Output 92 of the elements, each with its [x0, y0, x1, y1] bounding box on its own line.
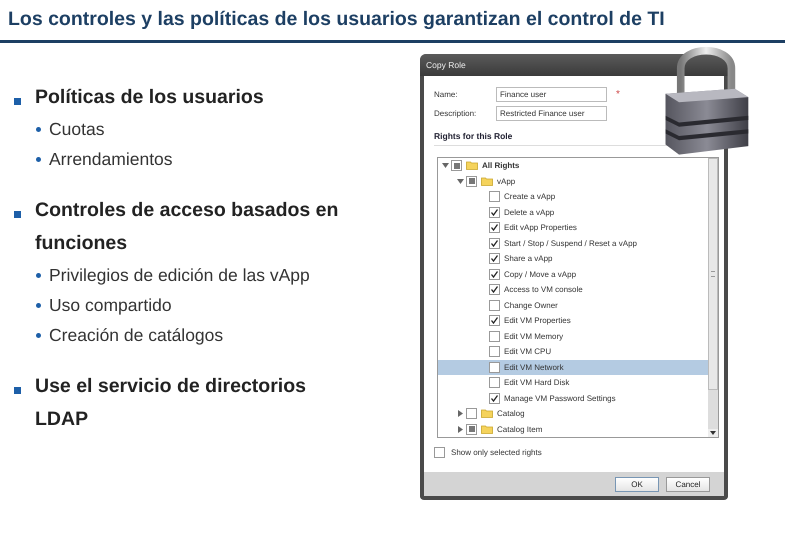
tree-label: Start / Stop / Suspend / Reset a vApp	[504, 238, 637, 248]
tree-row[interactable]: Copy / Move a vApp	[438, 266, 708, 282]
folder-icon	[481, 409, 493, 418]
expander-icon[interactable]	[457, 410, 464, 418]
bullet-icon	[14, 387, 21, 394]
tree-label: Access to VM console	[504, 285, 583, 294]
tree-label: Delete a vApp	[504, 208, 554, 217]
scrollbar[interactable]	[708, 158, 718, 437]
bullet-icon	[14, 211, 21, 218]
bullet-text: Use el servicio de directorios LDAP	[35, 374, 307, 432]
folder-icon	[466, 161, 478, 170]
tree-label: Manage VM Password Settings	[504, 394, 616, 403]
tree-label: All Rights	[482, 161, 520, 170]
tree-row[interactable]: vApp	[438, 174, 708, 189]
tree-label: Catalog Item	[497, 424, 542, 434]
dialog-title: Copy Role	[426, 60, 466, 70]
tree-row[interactable]: Change Owner	[438, 298, 708, 313]
checkbox[interactable]	[489, 253, 500, 264]
tree-label: vApp	[497, 176, 516, 186]
tree-row[interactable]: Delete a vApp	[438, 204, 708, 220]
checkbox[interactable]	[466, 408, 477, 420]
tree-row[interactable]: Edit VM Properties	[438, 313, 708, 328]
tree-label: Create a vApp	[504, 192, 556, 202]
cancel-button[interactable]: Cancel	[666, 476, 710, 492]
checkbox[interactable]	[466, 176, 477, 187]
bullet-icon	[36, 156, 41, 162]
tree-row[interactable]: Edit VM Memory	[438, 328, 708, 344]
checkbox[interactable]	[489, 377, 500, 388]
tree-row[interactable]: Catalog Item	[438, 422, 708, 437]
tree-row[interactable]: Manage VM Password Settings	[438, 390, 708, 406]
bullet-icon	[36, 332, 41, 338]
sub-bullet-text: Uso compartido	[49, 294, 172, 316]
bullet-icon	[36, 302, 41, 308]
bullet-text: Políticas de los usuarios	[35, 85, 265, 110]
tree-label: Edit VM Hard Disk	[504, 378, 570, 388]
sub-bullet-text: Cuotas	[49, 118, 104, 140]
checkbox[interactable]	[489, 222, 500, 234]
folder-icon	[481, 176, 493, 186]
sub-bullet-text: Creación de catálogos	[49, 324, 224, 346]
checkbox[interactable]	[489, 206, 500, 218]
tree-label: Change Owner	[504, 300, 558, 310]
checkbox[interactable]	[489, 346, 500, 358]
tree-row[interactable]: Share a vApp	[438, 251, 708, 266]
checkbox[interactable]	[451, 160, 462, 172]
slide-title: Los controles y las políticas de los usuarios garantizan el control de TI	[7, 7, 666, 32]
checkbox[interactable]	[489, 284, 500, 296]
tree-row[interactable]: Catalog	[438, 406, 708, 422]
checkbox[interactable]	[489, 238, 500, 249]
tree-row[interactable]: Edit vApp Properties	[438, 220, 708, 236]
checkbox[interactable]	[489, 300, 500, 311]
expander-icon[interactable]	[457, 426, 464, 433]
bullet-icon	[36, 126, 41, 132]
tree-label: Edit VM CPU	[504, 347, 552, 356]
bullet-icon	[14, 98, 21, 105]
tree-label: Edit VM Network	[504, 362, 564, 372]
tree-row[interactable]: Create a vApp	[438, 189, 708, 204]
tree-row[interactable]: All Rights	[438, 158, 708, 174]
tree-row[interactable]: Edit VM CPU	[438, 344, 708, 360]
checkbox[interactable]	[489, 392, 500, 404]
ok-button[interactable]: OK	[615, 476, 659, 492]
tree-row[interactable]: Start / Stop / Suspend / Reset a vApp	[438, 236, 708, 251]
bullet-text: Controles de acceso basados en funciones	[35, 198, 340, 256]
checkbox[interactable]	[466, 424, 477, 435]
bullet-icon	[36, 272, 41, 278]
text-field[interactable]: Finance user	[496, 87, 607, 102]
checkbox[interactable]	[489, 362, 500, 373]
checkbox[interactable]	[489, 330, 500, 342]
expander-icon[interactable]	[442, 162, 449, 170]
tree-label: Catalog	[497, 409, 525, 418]
scrollbar-thumb[interactable]	[708, 158, 718, 390]
checkbox-label: Show only selected rights	[451, 448, 542, 457]
expander-icon[interactable]	[457, 178, 464, 185]
sub-bullet-text: Privilegios de edición de las vApp	[49, 264, 310, 286]
scroll-down-icon[interactable]	[708, 429, 718, 437]
tree-label: Copy / Move a vApp	[504, 270, 576, 279]
checkbox[interactable]	[489, 191, 500, 202]
tree-row[interactable]: Access to VM console	[438, 282, 708, 298]
tree-row[interactable]: Edit VM Hard Disk	[438, 375, 708, 390]
field-label: Name:	[434, 90, 459, 99]
tree-label: Edit vApp Properties	[504, 223, 577, 232]
field-label: Description:	[434, 109, 478, 118]
tree-label: Edit VM Properties	[504, 316, 571, 326]
required-mark: *	[616, 89, 620, 100]
folder-icon	[481, 424, 493, 434]
sub-bullet-text: Arrendamientos	[49, 148, 173, 170]
text-field[interactable]: Restricted Finance user	[496, 106, 607, 121]
checkbox[interactable]	[489, 268, 500, 280]
tree-label: Edit VM Memory	[504, 332, 564, 341]
checkbox[interactable]	[434, 447, 445, 458]
tree-row[interactable]: Edit VM Network	[438, 360, 708, 375]
tree-label: Share a vApp	[504, 254, 552, 264]
checkbox[interactable]	[489, 315, 500, 326]
